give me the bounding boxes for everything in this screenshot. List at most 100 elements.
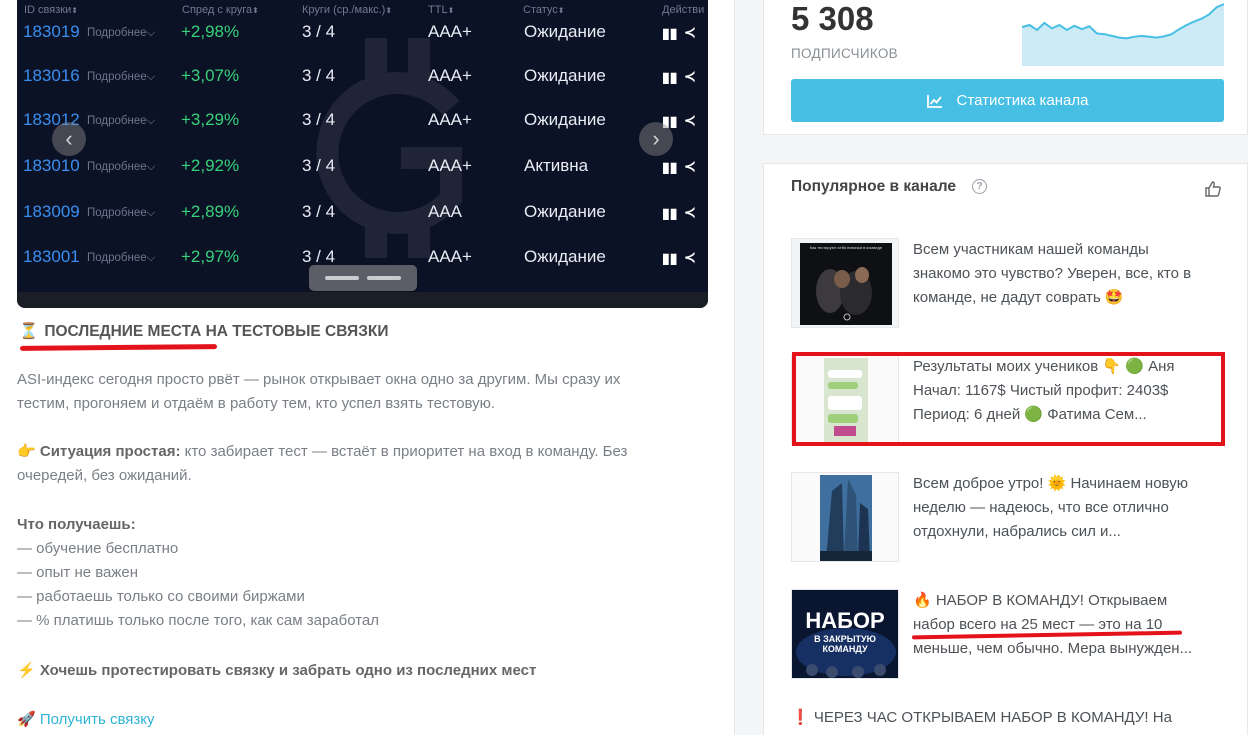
post-title: ⏳ ПОСЛЕДНИЕ МЕСТА НА ТЕСТОВЫЕ СВЯЗКИ xyxy=(19,323,389,340)
thumbs-up-icon[interactable] xyxy=(1204,180,1222,198)
ttl-value: AAA+ xyxy=(428,247,472,266)
bundle-row[interactable]: 183019 Подробнее⌵ +2,98% 3 / 4 AAA+ Ожидание ▮… xyxy=(17,22,708,52)
bundle-id[interactable]: 183010 xyxy=(23,156,80,176)
bundle-row[interactable]: 183012 Подробнее⌵ +3,29% 3 / 4 AAA+ Ожидание ▮… xyxy=(17,110,708,140)
pointing-hand-icon: 👉 xyxy=(17,443,36,460)
ttl-value: AAA xyxy=(428,202,463,221)
details-link[interactable]: Подробнее⌵ xyxy=(87,71,155,84)
carousel-pager[interactable] xyxy=(309,265,417,291)
thumbnail-caption: Как тестируют себя новички в команде xyxy=(809,245,883,250)
lightning-icon: ⚡ xyxy=(17,662,36,679)
popular-card: Популярное в канале ? Как тестируют себя… xyxy=(763,163,1248,735)
popular-item-text: 🔥 НАБОР В КОМАНДУ! Открываем набор всего… xyxy=(913,592,1193,657)
bundle-row[interactable]: 183010 Подробнее⌵ +2,92% 3 / 4 AAA+ Активна ▮▮… xyxy=(17,156,708,186)
carousel-prev-button[interactable]: ‹ xyxy=(52,122,86,156)
post-cta: ⚡ Хочешь протестировать связку и забрать… xyxy=(17,662,537,679)
pager-dot-1[interactable] xyxy=(325,276,359,280)
bundle-id[interactable]: 183009 xyxy=(23,202,80,222)
details-link[interactable]: Подробнее⌵ xyxy=(87,27,155,40)
post-paragraph-2: 👉 Ситуация простая: кто забирает тест — … xyxy=(17,443,628,484)
post-image-carousel[interactable]: ID связки⬍ Спред с круга⬍ Круги (ср./мак… xyxy=(17,0,708,308)
col-header-id[interactable]: ID связки⬍ xyxy=(24,4,78,16)
rounds-value: 3 / 4 xyxy=(302,202,336,221)
chart-icon xyxy=(926,94,942,108)
share-icon[interactable]: ≺ xyxy=(684,158,696,175)
rounds-value: 3 / 4 xyxy=(302,22,336,41)
post-benefits: Что получаешь: — обучение бесплатно — оп… xyxy=(17,516,380,629)
col-header-spread[interactable]: Спред с круга⬍ xyxy=(182,4,259,16)
subscribers-sparkline xyxy=(1022,3,1224,66)
popular-item-1[interactable]: Как тестируют себя новички в команде Все… xyxy=(791,238,1231,328)
get-link-text[interactable]: Получить связку xyxy=(40,711,155,728)
candles-icon[interactable]: ▮▮ xyxy=(662,205,677,222)
share-icon[interactable]: ≺ xyxy=(684,249,696,266)
post-thumbnail[interactable]: НАБОР В ЗАКРЫТУЮ КОМАНДУ xyxy=(791,589,899,679)
details-link[interactable]: Подробнее⌵ xyxy=(87,115,155,128)
details-link[interactable]: Подробнее⌵ xyxy=(87,161,155,174)
col-header-ttl[interactable]: TTL⬍ xyxy=(428,4,454,16)
col-header-status[interactable]: Статус⬍ xyxy=(523,4,564,16)
channel-stats-button[interactable]: Статистика канала xyxy=(791,79,1224,122)
candles-icon[interactable]: ▮▮ xyxy=(662,69,677,86)
popular-item-text: Всем участникам нашей команды знакомо эт… xyxy=(913,241,1192,306)
rounds-value: 3 / 4 xyxy=(302,66,336,85)
pager-dot-2[interactable] xyxy=(367,276,401,280)
share-icon[interactable]: ≺ xyxy=(684,112,696,129)
bundle-id[interactable]: 183016 xyxy=(23,66,80,86)
rounds-value: 3 / 4 xyxy=(302,110,336,129)
share-icon[interactable]: ≺ xyxy=(684,24,696,41)
post-paragraph-1: ASI-индекс сегодня просто рвёт — рынок о… xyxy=(17,371,621,412)
post-column: ID связки⬍ Спред с круга⬍ Круги (ср./мак… xyxy=(0,0,735,735)
bundle-id[interactable]: 183001 xyxy=(23,247,80,267)
spread-value: +2,92% xyxy=(181,156,240,175)
status-value: Ожидание xyxy=(524,247,606,266)
col-header-actions: Действи xyxy=(662,4,705,16)
details-link[interactable]: Подробнее⌵ xyxy=(87,207,155,220)
red-highlight-box xyxy=(792,352,1225,446)
spread-value: +3,29% xyxy=(181,110,240,129)
bundle-row[interactable]: 183016 Подробнее⌵ +3,07% 3 / 4 AAA+ Ожидание ▮… xyxy=(17,66,708,96)
carousel-next-button[interactable]: › xyxy=(639,122,673,156)
popular-item-5-preview[interactable]: ❗ ЧЕРЕЗ ЧАС ОТКРЫВАЕМ НАБОР В КОМАНДУ! Н… xyxy=(791,708,1172,726)
get-link[interactable]: 🚀 Получить связку xyxy=(17,708,154,732)
help-icon[interactable]: ? xyxy=(972,179,987,194)
status-value: Ожидание xyxy=(524,202,606,221)
ttl-value: AAA+ xyxy=(428,66,472,85)
rounds-value: 3 / 4 xyxy=(302,156,336,175)
status-value: Активна xyxy=(524,156,589,175)
thumbnail-headline: НАБОР xyxy=(805,608,885,633)
status-value: Ожидание xyxy=(524,22,606,41)
details-link[interactable]: Подробнее⌵ xyxy=(87,252,155,265)
popular-title: Популярное в канале xyxy=(791,178,956,195)
spread-value: +2,97% xyxy=(181,247,240,266)
thumbnail-subline: В ЗАКРЫТУЮ КОМАНДУ xyxy=(814,634,876,654)
rocket-icon: 🚀 xyxy=(17,711,36,728)
ttl-value: AAA+ xyxy=(428,22,472,41)
bundle-id[interactable]: 183019 xyxy=(23,22,80,42)
post-thumbnail[interactable]: Как тестируют себя новички в команде xyxy=(791,238,899,328)
candles-icon[interactable]: ▮▮ xyxy=(662,159,677,176)
share-icon[interactable]: ≺ xyxy=(684,68,696,85)
popular-item-3[interactable]: Всем доброе утро! 🌞 Начинаем новую недел… xyxy=(791,472,1231,562)
rounds-value: 3 / 4 xyxy=(302,247,336,266)
spread-value: +3,07% xyxy=(181,66,240,85)
col-header-rounds[interactable]: Круги (ср./макс.)⬍ xyxy=(302,4,392,16)
candles-icon[interactable]: ▮▮ xyxy=(662,250,677,267)
hourglass-icon: ⏳ xyxy=(19,323,39,340)
red-underline-annotation xyxy=(19,344,218,351)
spread-value: +2,98% xyxy=(181,22,240,41)
image-bottom-bar xyxy=(17,292,708,308)
candles-icon[interactable]: ▮▮ xyxy=(662,25,677,42)
subscribers-card: 5 308 ПОДПИСЧИКОВ Статистика канала xyxy=(763,0,1248,135)
ttl-value: AAA+ xyxy=(428,156,472,175)
subscribers-label: ПОДПИСЧИКОВ xyxy=(791,46,898,61)
subscribers-count: 5 308 xyxy=(791,0,874,37)
popular-item-text: Всем доброе утро! 🌞 Начинаем новую недел… xyxy=(913,475,1188,540)
post-thumbnail[interactable] xyxy=(791,472,899,562)
chevron-left-icon: ‹ xyxy=(65,126,73,151)
bundle-row[interactable]: 183009 Подробнее⌵ +2,89% 3 / 4 AAA Ожидание ▮▮… xyxy=(17,202,708,232)
status-value: Ожидание xyxy=(524,66,606,85)
share-icon[interactable]: ≺ xyxy=(684,204,696,221)
chevron-right-icon: › xyxy=(652,126,660,151)
sparkline-area xyxy=(1022,4,1224,66)
